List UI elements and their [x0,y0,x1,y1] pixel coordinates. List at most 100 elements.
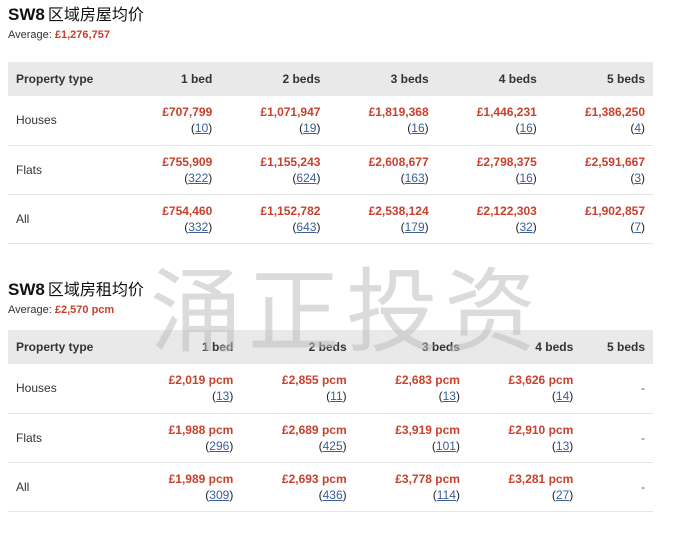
cell-count-link[interactable]: 16 [519,171,532,185]
rent-title: SW8 区域房租均价 [8,277,654,303]
table-cell: £2,798,375 (16) [436,145,545,195]
cell-count-link[interactable]: 179 [405,220,425,234]
sale-price-table: Property type 1 bed 2 beds 3 beds 4 beds… [8,62,653,244]
cell-count-link[interactable]: 425 [323,439,343,453]
cell-price: £2,683 pcm [395,373,460,388]
cell-count-link[interactable]: 16 [519,121,532,135]
cell-count-link[interactable]: 3 [634,171,641,185]
cell-count-link[interactable]: 624 [296,171,316,185]
table-cell: - [581,364,653,414]
rent-average: Average: £2,570 pcm [8,303,654,317]
cell-price: £2,538,124 [368,203,429,218]
cell-count-link[interactable]: 13 [556,439,569,453]
cell-price: £707,799 [162,105,213,120]
table-cell: £2,683 pcm (13) [354,364,468,414]
table-cell: £1,071,947 (19) [220,96,329,146]
cell-count-link[interactable]: 10 [195,121,208,135]
cell-price: £2,608,677 [368,154,429,169]
table-row: All £1,989 pcm (309) £2,693 pcm (436) £3,7… [8,462,653,512]
cell-count-link[interactable]: 436 [323,488,343,502]
table-cell: £3,919 pcm (101) [354,413,468,463]
cell-count-link[interactable]: 309 [209,488,229,502]
cell-price: £2,591,667 [584,154,645,169]
cell-count-link[interactable]: 101 [436,439,456,453]
header-5-beds: 5 beds [581,330,653,364]
cell-price: £2,122,303 [476,203,537,218]
header-2-beds: 2 beds [220,62,329,96]
table-cell: £754,460 (332) [128,194,221,244]
rent-price-table: Property type 1 bed 2 beds 3 beds 4 beds… [8,330,653,512]
row-type: Flats [8,145,128,195]
table-cell: £1,819,368 (16) [328,96,437,146]
cell-price: £2,910 pcm [508,422,574,437]
cell-price: £1,386,250 [584,105,645,120]
cell-count-link[interactable]: 32 [519,220,532,234]
row-type: All [8,194,128,244]
sale-title-cn: 区域房屋均价 [47,5,144,24]
cell-empty: - [641,430,645,445]
table-cell: £2,693 pcm (436) [241,462,355,512]
header-4-beds: 4 beds [467,330,582,364]
table-cell: £1,988 pcm (296) [128,413,242,463]
table-row: Houses £707,799 (10) £1,071,947 (19) £1,81… [8,96,653,146]
table-cell: £755,909 (322) [128,145,221,195]
rent-title-code: SW8 [8,280,45,299]
cell-empty: - [641,381,645,396]
header-property-type: Property type [8,62,128,96]
sale-average: Average: £1,276,757 [8,28,654,42]
table-cell: £3,626 pcm (14) [467,364,582,414]
table-cell: £2,019 pcm (13) [128,364,242,414]
cell-count-link[interactable]: 643 [296,220,316,234]
table-row: Houses £2,019 pcm (13) £2,855 pcm (11) £2,… [8,364,653,414]
sale-title: SW8 区域房屋均价 [8,2,654,28]
header-1-bed: 1 bed [128,330,242,364]
header-1-bed: 1 bed [128,62,221,96]
sale-title-code: SW8 [8,5,45,24]
cell-count-link[interactable]: 19 [303,121,316,135]
sale-table-header: Property type 1 bed 2 beds 3 beds 4 beds… [8,62,653,96]
table-cell: - [581,462,653,512]
cell-price: £3,626 pcm [508,373,574,388]
cell-price: £1,155,243 [260,154,321,169]
table-cell: £2,538,124 (179) [328,194,437,244]
cell-price: £3,281 pcm [508,471,574,486]
cell-count-link[interactable]: 7 [634,220,641,234]
row-type: Houses [8,364,128,414]
cell-price: £3,919 pcm [395,422,460,437]
cell-count-link[interactable]: 322 [188,171,208,185]
rent-price-section: SW8 区域房租均价 Average: £2,570 pcm Property t… [8,277,654,512]
cell-price: £2,019 pcm [168,373,234,388]
cell-count-link[interactable]: 163 [405,171,425,185]
cell-count-link[interactable]: 11 [330,389,342,403]
rent-average-label: Average: [8,304,52,316]
table-cell: £1,386,250 (4) [544,96,653,146]
header-4-beds: 4 beds [436,62,545,96]
cell-count-link[interactable]: 16 [411,121,424,135]
rent-title-cn: 区域房租均价 [47,280,144,299]
cell-price: £1,988 pcm [168,422,234,437]
cell-count-link[interactable]: 14 [556,389,569,403]
cell-price: £1,152,782 [260,203,321,218]
cell-count-link[interactable]: 13 [216,389,229,403]
table-row: Flats £1,988 pcm (296) £2,689 pcm (425) £3… [8,413,653,463]
cell-price: £1,902,857 [584,203,645,218]
table-cell: £2,855 pcm (11) [241,364,355,414]
table-cell: £1,152,782 (643) [220,194,329,244]
cell-count-link[interactable]: 27 [556,488,569,502]
cell-price: £1,819,368 [368,105,429,120]
header-2-beds: 2 beds [241,330,355,364]
cell-count-link[interactable]: 114 [437,488,456,502]
cell-count-link[interactable]: 332 [188,220,208,234]
table-row: All £754,460 (332) £1,152,782 (643) £2,538… [8,194,653,244]
cell-price: £1,446,231 [476,105,537,120]
rent-table-header: Property type 1 bed 2 beds 3 beds 4 beds… [8,330,653,364]
cell-count-link[interactable]: 13 [443,389,456,403]
cell-count-link[interactable]: 296 [209,439,229,453]
header-5-beds: 5 beds [544,62,653,96]
table-cell: £2,910 pcm (13) [467,413,582,463]
table-cell: £3,281 pcm (27) [467,462,582,512]
cell-count-link[interactable]: 4 [634,121,641,135]
table-cell: £1,446,231 (16) [436,96,545,146]
table-cell: £2,122,303 (32) [436,194,545,244]
cell-price: £2,689 pcm [281,422,347,437]
